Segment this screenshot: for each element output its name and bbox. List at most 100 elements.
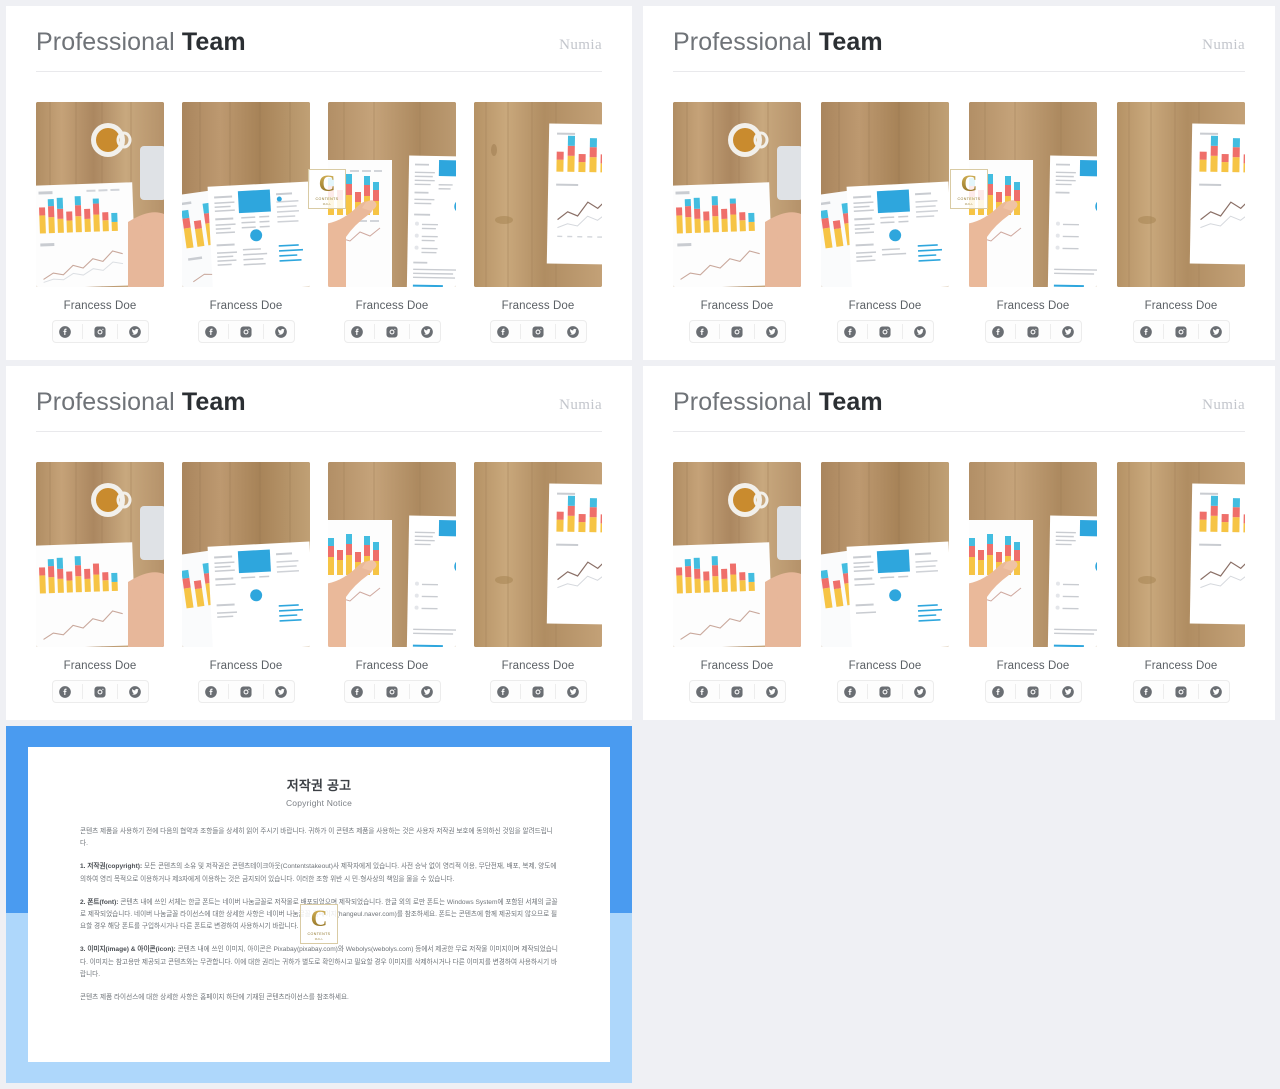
- page-title: Professional Team: [673, 28, 883, 57]
- twitter-icon[interactable]: [420, 325, 434, 339]
- twitter-icon[interactable]: [765, 685, 779, 699]
- divider: [1050, 684, 1052, 699]
- twitter-icon[interactable]: [566, 325, 580, 339]
- divider: [1014, 684, 1016, 699]
- member-photo: [182, 102, 310, 287]
- twitter-icon[interactable]: [274, 685, 288, 699]
- member-name: Francess Doe: [63, 660, 137, 672]
- twitter-icon[interactable]: [274, 325, 288, 339]
- divider: [754, 684, 756, 699]
- team-member[interactable]: Francess Doe: [328, 462, 456, 703]
- twitter-icon[interactable]: [1061, 685, 1075, 699]
- facebook-icon[interactable]: [350, 685, 364, 699]
- twitter-icon[interactable]: [566, 685, 580, 699]
- divider: [519, 684, 521, 699]
- facebook-icon[interactable]: [204, 685, 218, 699]
- facebook-icon[interactable]: [350, 325, 364, 339]
- title-bold: Team: [181, 28, 246, 56]
- instagram-icon[interactable]: [531, 325, 545, 339]
- brand-label: Numia: [559, 397, 602, 413]
- twitter-icon[interactable]: [1061, 325, 1075, 339]
- divider: [227, 324, 229, 339]
- team-member[interactable]: Francess Doe: [969, 102, 1097, 343]
- title-bold: Team: [818, 388, 883, 416]
- instagram-icon[interactable]: [1174, 325, 1188, 339]
- facebook-icon[interactable]: [695, 685, 709, 699]
- instagram-icon[interactable]: [878, 685, 892, 699]
- twitter-icon[interactable]: [765, 325, 779, 339]
- team-member[interactable]: Francess Doe: [1117, 102, 1245, 343]
- divider: [117, 324, 119, 339]
- facebook-icon[interactable]: [204, 325, 218, 339]
- team-member[interactable]: Francess Doe: [328, 102, 456, 343]
- team-member[interactable]: Francess Doe: [969, 462, 1097, 703]
- instagram-icon[interactable]: [93, 685, 107, 699]
- facebook-icon[interactable]: [991, 325, 1005, 339]
- instagram-icon[interactable]: [1026, 325, 1040, 339]
- instagram-icon[interactable]: [1174, 685, 1188, 699]
- social-links: [343, 320, 441, 343]
- instagram-icon[interactable]: [1026, 685, 1040, 699]
- instagram-icon[interactable]: [239, 685, 253, 699]
- slide-grid: Professional Team Numia Francess Doe Fra…: [0, 0, 1280, 1089]
- facebook-icon[interactable]: [58, 685, 72, 699]
- team-member[interactable]: Francess Doe: [821, 462, 949, 703]
- member-name: Francess Doe: [355, 660, 429, 672]
- team-member[interactable]: Francess Doe: [182, 102, 310, 343]
- twitter-icon[interactable]: [913, 325, 927, 339]
- social-links: [836, 320, 934, 343]
- team-member[interactable]: Francess Doe: [673, 462, 801, 703]
- member-photo: [474, 462, 602, 647]
- copyright-body: 콘텐츠 제품을 사용하기 전에 다음의 협약과 조항들을 상세히 읽어 주시기 …: [80, 826, 558, 1004]
- instagram-icon[interactable]: [93, 325, 107, 339]
- social-links: [836, 680, 934, 703]
- member-photo: [821, 102, 949, 287]
- social-links: [343, 680, 441, 703]
- member-photo: [969, 462, 1097, 647]
- team-member[interactable]: Francess Doe: [474, 102, 602, 343]
- social-links: [688, 320, 786, 343]
- facebook-icon[interactable]: [843, 325, 857, 339]
- team-member[interactable]: Francess Doe: [36, 102, 164, 343]
- divider: [373, 684, 375, 699]
- facebook-icon[interactable]: [58, 325, 72, 339]
- divider: [866, 684, 868, 699]
- team-member[interactable]: Francess Doe: [821, 102, 949, 343]
- facebook-icon[interactable]: [695, 325, 709, 339]
- title-light: Professional: [673, 388, 812, 416]
- team-member[interactable]: Francess Doe: [182, 462, 310, 703]
- facebook-icon[interactable]: [1139, 685, 1153, 699]
- instagram-icon[interactable]: [385, 685, 399, 699]
- divider: [263, 684, 265, 699]
- team-member[interactable]: Francess Doe: [1117, 462, 1245, 703]
- instagram-icon[interactable]: [878, 325, 892, 339]
- facebook-icon[interactable]: [496, 685, 510, 699]
- twitter-icon[interactable]: [1209, 325, 1223, 339]
- slide-header: Professional Team Numia: [36, 28, 602, 72]
- facebook-icon[interactable]: [843, 685, 857, 699]
- facebook-icon[interactable]: [496, 325, 510, 339]
- team-member[interactable]: Francess Doe: [474, 462, 602, 703]
- twitter-icon[interactable]: [128, 325, 142, 339]
- team-member[interactable]: Francess Doe: [673, 102, 801, 343]
- twitter-icon[interactable]: [1209, 685, 1223, 699]
- twitter-icon[interactable]: [420, 685, 434, 699]
- facebook-icon[interactable]: [991, 685, 1005, 699]
- member-name: Francess Doe: [1144, 660, 1218, 672]
- instagram-icon[interactable]: [385, 325, 399, 339]
- instagram-icon[interactable]: [730, 325, 744, 339]
- copyright-slide: 저작권 공고 Copyright Notice 콘텐츠 제품을 사용하기 전에 …: [6, 726, 632, 1083]
- team-slide-2: Professional Team Numia Francess Doe Fra…: [643, 6, 1275, 360]
- divider: [81, 684, 83, 699]
- instagram-icon[interactable]: [239, 325, 253, 339]
- paragraph-text: 콘텐츠 내에 쓰인 서체는 한글 폰트는 네이버 나눔글꼴로 저작물로 배포되었…: [80, 898, 558, 931]
- paragraph-text: 모든 콘텐츠의 소유 및 저작권은 콘텐츠테이크아웃(Contentstakeo…: [80, 863, 557, 883]
- copyright-paragraph: 콘텐츠 제품 라이선스에 대한 상세한 사항은 홈페이지 하단에 기재된 콘텐츠…: [80, 992, 558, 1004]
- twitter-icon[interactable]: [128, 685, 142, 699]
- twitter-icon[interactable]: [913, 685, 927, 699]
- team-member[interactable]: Francess Doe: [36, 462, 164, 703]
- instagram-icon[interactable]: [531, 685, 545, 699]
- instagram-icon[interactable]: [730, 685, 744, 699]
- facebook-icon[interactable]: [1139, 325, 1153, 339]
- member-photo: [673, 102, 801, 287]
